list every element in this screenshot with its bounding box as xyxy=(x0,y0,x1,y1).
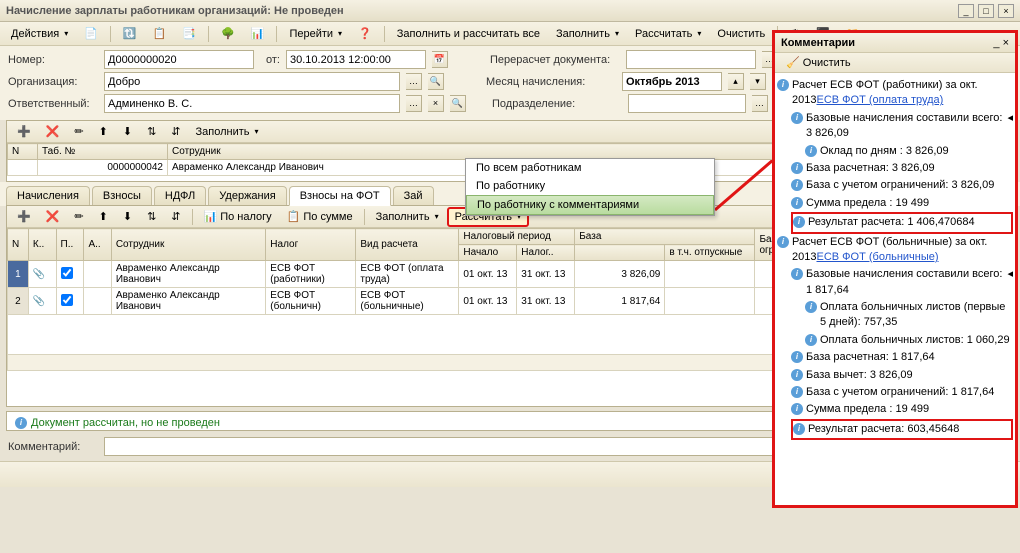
date-field[interactable]: 30.10.2013 12:00:00 xyxy=(286,50,426,69)
date-picker-icon[interactable]: 📅 xyxy=(432,51,448,68)
tab-loans[interactable]: Зай xyxy=(393,186,434,206)
dept-field[interactable] xyxy=(628,94,746,113)
popup-all[interactable]: По всем работникам xyxy=(466,159,714,177)
result-1: iРезультат расчета: 1 406,470684 xyxy=(791,212,1013,233)
month-field[interactable]: Октябрь 2013 xyxy=(622,72,722,91)
doc2-icon[interactable]: 📑 xyxy=(175,24,203,43)
org-field[interactable]: Добро xyxy=(104,72,400,91)
del-icon[interactable]: ❌ xyxy=(39,122,67,141)
post2-icon[interactable]: 📊 xyxy=(244,24,272,43)
clear-icon[interactable]: × xyxy=(428,95,444,112)
edit-icon[interactable]: ✏ xyxy=(67,122,90,141)
calc-menu[interactable]: Рассчитать xyxy=(628,25,708,43)
number-label: Номер: xyxy=(8,54,98,66)
result-2: iРезультат расчета: 603,45648 xyxy=(791,419,1013,440)
by-sum-button[interactable]: 📋По сумме xyxy=(280,207,360,226)
fill-menu[interactable]: Заполнить xyxy=(549,25,626,43)
maximize-button[interactable]: □ xyxy=(978,4,994,18)
tab-fot[interactable]: Взносы на ФОТ xyxy=(289,186,391,206)
close-button[interactable]: × xyxy=(998,4,1014,18)
cp-close-icon[interactable]: × xyxy=(1003,37,1009,49)
comments-panel: Комментарии_ × 🧹Очистить iРасчет ЕСВ ФОТ… xyxy=(772,30,1018,508)
popup-one[interactable]: По работнику xyxy=(466,177,714,195)
calc-popup: По всем работникам По работнику По работ… xyxy=(465,158,715,216)
tab-deductions[interactable]: Удержания xyxy=(208,186,286,206)
help-icon[interactable]: ❓ xyxy=(351,24,379,43)
spin-up-icon[interactable]: ▴ xyxy=(728,73,744,90)
refresh-icon[interactable]: 🔃 xyxy=(116,24,144,43)
comments-title: Комментарии xyxy=(781,37,855,49)
recalc-field[interactable] xyxy=(626,50,756,69)
tab-accruals[interactable]: Начисления xyxy=(6,186,90,206)
info-icon: i xyxy=(15,417,27,429)
number-field[interactable]: Д0000000020 xyxy=(104,50,254,69)
tree-icon[interactable]: 🌳 xyxy=(214,24,242,43)
caret-icon[interactable]: ◂ xyxy=(1007,111,1013,126)
clear-button[interactable]: Очистить xyxy=(710,25,772,43)
cp-clear-button[interactable]: 🧹Очистить xyxy=(779,53,858,72)
doc1-icon[interactable]: 📋 xyxy=(146,24,174,43)
tab-ndfl[interactable]: НДФЛ xyxy=(154,186,206,206)
goto-menu[interactable]: Перейти xyxy=(282,25,349,43)
fill-calc-all-button[interactable]: Заполнить и рассчитать все xyxy=(390,25,547,43)
by-tax-button[interactable]: 📊По налогу xyxy=(197,207,279,226)
actions-menu[interactable]: Действия xyxy=(4,25,75,43)
post-icon[interactable]: 📄 xyxy=(77,24,105,43)
add-icon[interactable]: ➕ xyxy=(10,122,38,141)
title-bar: Начисление зарплаты работникам организац… xyxy=(0,0,1020,22)
window-title: Начисление зарплаты работникам организац… xyxy=(6,5,958,17)
popup-with-comments[interactable]: По работнику с комментариями xyxy=(466,195,714,215)
resp-field[interactable]: Админенко В. С. xyxy=(104,94,400,113)
tab-contributions[interactable]: Взносы xyxy=(92,186,152,206)
minimize-button[interactable]: _ xyxy=(958,4,974,18)
cp-minimize-icon[interactable]: _ xyxy=(993,37,999,49)
fill-top-menu[interactable]: Заполнить xyxy=(189,123,266,141)
